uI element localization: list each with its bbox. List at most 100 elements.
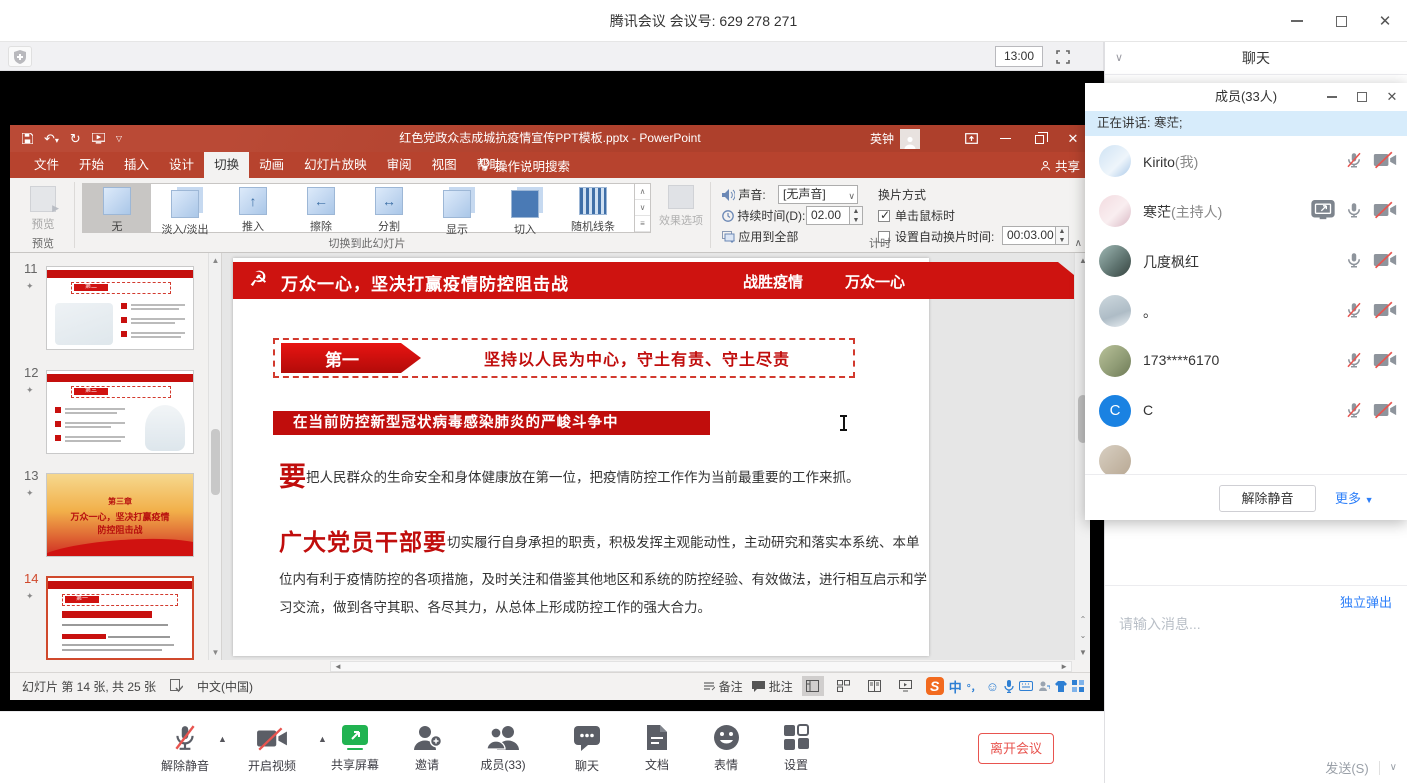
transition-wipe[interactable]: 擦除 (287, 184, 355, 232)
tab-slideshow[interactable]: 幻灯片放映 (294, 152, 377, 178)
security-shield-button[interactable] (8, 46, 32, 67)
duration-spinner[interactable]: ▲▼ (850, 206, 863, 225)
scroll-down-icon[interactable]: ▼ (209, 648, 222, 657)
transition-reveal[interactable]: 显示 (423, 184, 491, 232)
on-click-checkbox[interactable]: 单击鼠标时 (878, 207, 955, 224)
mic-options-caret[interactable]: ▲ (218, 734, 227, 744)
popout-link[interactable]: 独立弹出 (1340, 592, 1392, 611)
collapse-ribbon-icon[interactable]: ∧ (1075, 238, 1082, 249)
sound-select[interactable]: [无声音]∨ (778, 185, 858, 204)
editor-hscrollbar[interactable]: ◄ ► (330, 661, 1072, 672)
slide-thumbnail-11[interactable]: 第二 (46, 266, 194, 350)
slide-header-banner[interactable]: ☭ 万众一心，坚决打赢疫情防控阻击战 战胜疫情 万众一心 (233, 262, 1074, 299)
mic-muted-icon[interactable] (1345, 400, 1363, 420)
ime-skin-icon[interactable] (1055, 681, 1067, 692)
notes-button[interactable]: 备注 (703, 678, 743, 695)
member-row[interactable]: 173****6170 (1085, 336, 1407, 386)
share-screen-button[interactable]: 共享屏幕 (320, 724, 390, 773)
reading-view-button[interactable] (864, 676, 886, 696)
send-button[interactable]: 发送(S) (1325, 758, 1368, 777)
previous-slide-icon[interactable]: ⌃ (1075, 615, 1090, 624)
ime-toolbox-icon[interactable] (1038, 680, 1050, 692)
scroll-down-icon[interactable]: ▼ (1075, 648, 1090, 657)
ime-keyboard-icon[interactable] (1019, 681, 1033, 691)
slideshow-view-button[interactable] (895, 676, 917, 696)
unmute-button[interactable]: 解除静音 (1219, 485, 1316, 512)
invite-button[interactable]: 邀请 (392, 724, 462, 773)
mic-on-icon[interactable] (1345, 200, 1363, 220)
fullscreen-button[interactable] (1051, 46, 1075, 67)
ime-mic-icon[interactable] (1004, 680, 1014, 693)
camera-off-icon[interactable] (1373, 351, 1397, 369)
tab-review[interactable]: 审阅 (377, 152, 422, 178)
tell-me-search[interactable]: 操作说明搜索 (480, 152, 570, 178)
next-slide-icon[interactable]: ⌄ (1075, 631, 1090, 640)
ime-language-icon[interactable]: 中 (949, 677, 962, 696)
member-row[interactable]: 几度枫红 (1085, 236, 1407, 286)
scroll-left-icon[interactable]: ◄ (334, 662, 342, 672)
section-title-box[interactable]: 第一 坚持以人民为中心，守土有责、守土尽责 (273, 338, 855, 378)
sogou-logo-icon[interactable]: S (926, 677, 944, 695)
preview-button[interactable]: 预览 (20, 184, 66, 238)
transition-split[interactable]: 分割 (355, 184, 423, 232)
transition-fade[interactable]: 淡入/淡出 (151, 184, 219, 232)
scroll-up-icon[interactable]: ▲ (209, 256, 222, 265)
duration-input[interactable]: 02.00 (806, 206, 850, 225)
member-row[interactable]: C C (1085, 386, 1407, 436)
members-minimize-button[interactable] (1317, 83, 1347, 111)
scrollbar-thumb[interactable] (211, 429, 220, 495)
message-input[interactable]: 请输入消息... (1119, 614, 1201, 634)
settings-button[interactable]: 设置 (761, 724, 831, 773)
transition-none[interactable]: 无 (83, 184, 151, 232)
normal-view-button[interactable] (802, 676, 824, 696)
tab-design[interactable]: 设计 (159, 152, 204, 178)
comments-button[interactable]: 批注 (752, 678, 793, 695)
tab-home[interactable]: 开始 (69, 152, 114, 178)
tab-file[interactable]: 文件 (24, 152, 69, 178)
transition-cut[interactable]: 切入 (491, 184, 559, 232)
paragraph-1[interactable]: 要把人民群众的生命安全和身体健康放在第一位，把疫情防控工作作为当前最重要的工作来… (279, 455, 919, 501)
minimize-button[interactable] (1275, 0, 1319, 42)
language-indicator[interactable]: 中文(中国) (197, 678, 253, 695)
mic-muted-icon[interactable] (1345, 150, 1363, 170)
maximize-button[interactable] (1319, 0, 1363, 42)
transition-push[interactable]: 推入 (219, 184, 287, 232)
thumbnail-scrollbar[interactable]: ▲ ▼ (208, 253, 221, 660)
apply-all-button[interactable]: 应用到全部 (722, 228, 798, 245)
camera-off-icon[interactable] (1373, 301, 1397, 319)
slide-thumbnail-14-selected[interactable]: 第一 (46, 576, 194, 660)
spellcheck-icon[interactable] (170, 679, 183, 693)
emoji-button[interactable]: 表情 (691, 724, 761, 773)
transition-random-bars[interactable]: 随机线条 (559, 184, 627, 232)
ime-grid-icon[interactable] (1072, 680, 1084, 692)
close-button[interactable]: ✕ (1363, 0, 1407, 42)
member-row[interactable]: 寒茫(主持人) (1085, 186, 1407, 236)
tab-insert[interactable]: 插入 (114, 152, 159, 178)
camera-off-icon[interactable] (1373, 201, 1397, 219)
tab-animations[interactable]: 动画 (249, 152, 294, 178)
slide-subheader-bar[interactable]: 在当前防控新型冠状病毒感染肺炎的严峻斗争中 (273, 411, 710, 435)
gallery-scroll[interactable]: ∧∨≡ (635, 183, 651, 233)
members-maximize-button[interactable] (1347, 83, 1377, 111)
slide-thumbnail-13[interactable]: 第三章 万众一心，坚决打赢疫情 防控阻击战 (46, 473, 194, 557)
camera-off-icon[interactable] (1373, 251, 1397, 269)
member-row[interactable]: 。 (1085, 286, 1407, 336)
docs-button[interactable]: 文档 (622, 724, 692, 773)
account-avatar[interactable] (900, 129, 920, 149)
slide-sorter-view-button[interactable] (833, 676, 855, 696)
members-button[interactable]: 成员(33) (468, 724, 538, 773)
more-button[interactable]: 更多 ▼ (1335, 485, 1374, 512)
ime-emoji-icon[interactable]: ☺ (986, 679, 999, 694)
member-row[interactable]: Kirito(我) (1085, 136, 1407, 186)
mic-on-icon[interactable] (1345, 250, 1363, 270)
camera-off-icon[interactable] (1373, 151, 1397, 169)
ime-punctuation-icon[interactable]: °， (967, 679, 981, 694)
mic-muted-icon[interactable] (1345, 350, 1363, 370)
chat-button[interactable]: 聊天 (552, 724, 622, 774)
auto-advance-input[interactable]: 00:03.00 (1002, 226, 1056, 245)
effect-options-button[interactable]: 效果选项 (658, 185, 704, 228)
auto-advance-spinner[interactable]: ▲▼ (1056, 226, 1069, 245)
member-row[interactable] (1085, 436, 1407, 474)
mic-muted-icon[interactable] (1345, 300, 1363, 320)
scroll-right-icon[interactable]: ► (1060, 662, 1068, 672)
